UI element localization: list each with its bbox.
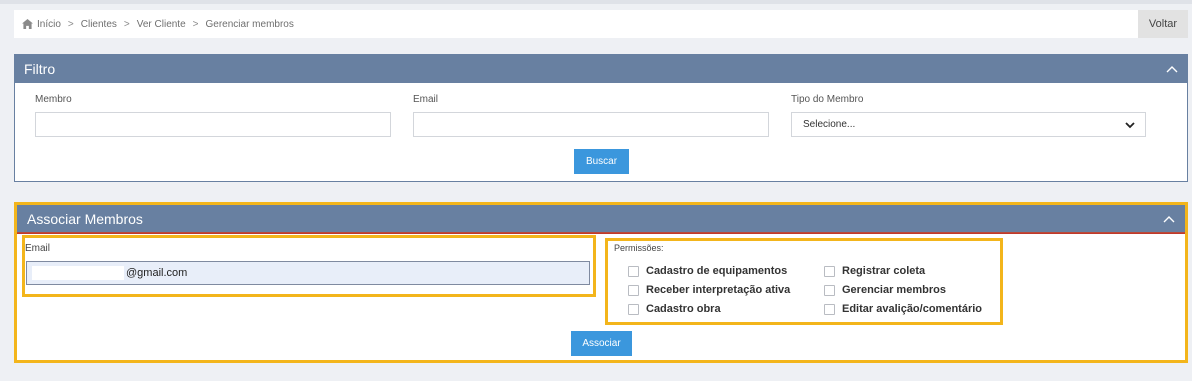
checkbox[interactable]: [824, 284, 835, 296]
email-filter-input[interactable]: [413, 112, 769, 137]
chevron-right-icon: >: [67, 18, 74, 30]
associate-email-label: Email: [25, 243, 51, 254]
filter-panel: Filtro Membro Email Tipo do Membro Selec…: [14, 54, 1188, 182]
chevron-right-icon: >: [123, 18, 130, 30]
chevron-up-icon[interactable]: [1166, 65, 1178, 73]
associate-email-input[interactable]: @gmail.com: [26, 261, 590, 285]
perm-label: Receber interpretação ativa: [646, 284, 791, 296]
member-type-label: Tipo do Membro: [791, 94, 864, 105]
breadcrumb-home[interactable]: Início: [22, 19, 61, 30]
filter-panel-header[interactable]: Filtro: [14, 54, 1188, 83]
breadcrumb-item-current: Gerenciar membros: [205, 18, 294, 30]
perm-receber-interpretacao[interactable]: Receber interpretação ativa: [628, 284, 790, 296]
associate-panel-header[interactable]: Associar Membros: [17, 205, 1185, 234]
breadcrumb-item-ver-cliente[interactable]: Ver Cliente: [137, 19, 186, 30]
perm-label: Cadastro obra: [646, 303, 721, 315]
associate-email-value: @gmail.com: [126, 267, 188, 279]
permissions-label: Permissões:: [614, 243, 664, 253]
checkbox[interactable]: [824, 303, 835, 315]
perm-label: Cadastro de equipamentos: [646, 265, 788, 277]
perm-label: Gerenciar membros: [842, 284, 946, 296]
home-icon: [22, 19, 33, 29]
chevron-right-icon: >: [192, 18, 199, 30]
breadcrumb-item-clientes[interactable]: Clientes: [81, 19, 117, 30]
chevron-down-icon: [1125, 122, 1135, 129]
redacted-email-user: [32, 266, 124, 280]
perm-label: Editar avalição/comentário: [842, 303, 982, 315]
back-button[interactable]: Voltar: [1138, 10, 1188, 38]
checkbox[interactable]: [628, 284, 639, 296]
checkbox[interactable]: [628, 265, 639, 277]
member-input[interactable]: [35, 112, 391, 137]
associate-panel: Associar Membros Email @gmail.com Permis…: [14, 202, 1188, 363]
member-type-select-value: Selecione...: [803, 119, 856, 130]
perm-editar-avaliacao[interactable]: Editar avalição/comentário: [824, 303, 982, 315]
perm-cadastro-equipamentos[interactable]: Cadastro de equipamentos: [628, 265, 787, 277]
email-filter-label: Email: [413, 94, 439, 105]
chevron-up-icon[interactable]: [1163, 215, 1175, 223]
checkbox[interactable]: [824, 265, 835, 277]
perm-cadastro-obra[interactable]: Cadastro obra: [628, 303, 721, 315]
perm-gerenciar-membros[interactable]: Gerenciar membros: [824, 284, 946, 296]
member-type-select[interactable]: Selecione...: [791, 112, 1146, 137]
checkbox[interactable]: [628, 303, 639, 315]
member-label: Membro: [35, 94, 72, 105]
associate-button[interactable]: Associar: [571, 331, 632, 356]
perm-label: Registrar coleta: [842, 265, 926, 277]
top-strip: [0, 0, 1192, 4]
associate-panel-title: Associar Membros: [27, 211, 143, 227]
breadcrumb-item-inicio: Início: [37, 18, 61, 30]
perm-registrar-coleta[interactable]: Registrar coleta: [824, 265, 925, 277]
breadcrumb: Início > Clientes > Ver Cliente > Gerenc…: [14, 10, 1188, 38]
search-button[interactable]: Buscar: [574, 149, 629, 174]
filter-panel-title: Filtro: [24, 60, 56, 77]
